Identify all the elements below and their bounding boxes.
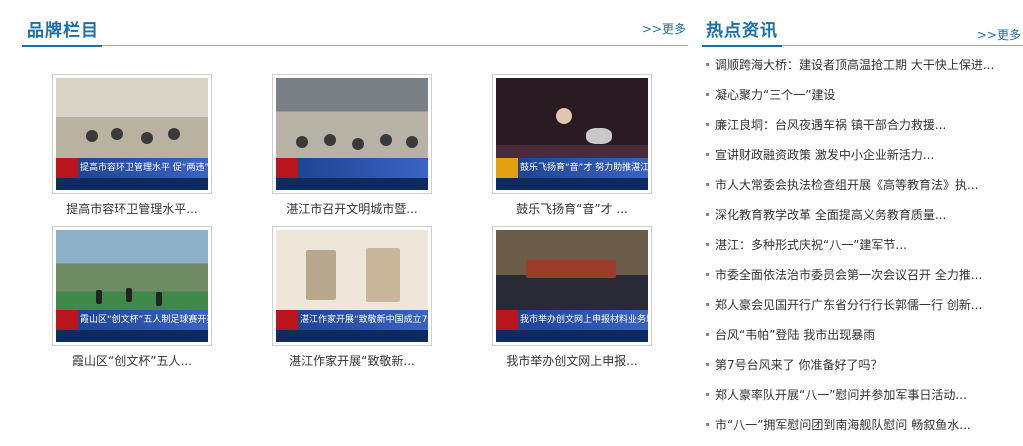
brand-caption[interactable]: 我市举办创文网上申报... xyxy=(492,352,652,369)
thumbnail-banner xyxy=(276,158,428,178)
brand-caption[interactable]: 霞山区“创文杯”五人... xyxy=(52,352,212,369)
thumbnail-subbar xyxy=(496,178,648,190)
brand-divider-accent xyxy=(22,45,102,47)
scene-people xyxy=(56,118,208,158)
meeting-image: 提高市容环卫管理水平 促“两违”强“美化” xyxy=(56,78,208,190)
bullet-icon xyxy=(706,273,709,276)
thumbnail-subbar xyxy=(56,330,208,342)
thumbnail-subbar xyxy=(276,330,428,342)
thumbnail-subbar xyxy=(496,330,648,342)
news-item-text[interactable]: 郑人豪会见国开行广东省分行行长郭儒一行 创新... xyxy=(715,298,982,312)
news-item[interactable]: 市“八一”拥军慰问团到南海舰队慰问 畅叙鱼水... xyxy=(702,416,1023,446)
news-item[interactable]: 廉江良垌：台风夜遇车祸 镇干部合力救援... xyxy=(702,116,1023,146)
news-item-text[interactable]: 宣讲财政融资政策 激发中小企业新活力... xyxy=(715,148,934,162)
brand-title: 品牌栏目 xyxy=(27,21,99,41)
news-item[interactable]: 台风“韦帕”登陆 我市出现暴雨 xyxy=(702,326,1023,356)
news-item-text[interactable]: 市“八一”拥军慰问团到南海舰队慰问 畅叙鱼水... xyxy=(715,418,971,432)
thumbnail-banner: 湛江作家开展“致敬新中国成立70周年”主题采风活动 xyxy=(276,310,428,330)
brand-thumbnail[interactable]: 霞山区“创文杯”五人制足球赛开赛 xyxy=(52,226,212,346)
brand-divider xyxy=(22,45,688,47)
brand-card: 鼓乐飞扬育“音”才 努力助推湛江“一流” 鼓乐飞扬育“音”才 ... xyxy=(492,74,652,217)
news-item[interactable]: 郑人豪率队开展“八一”慰问并参加军事日活动... xyxy=(702,386,1023,416)
brand-thumbnail[interactable]: 我市举办创文网上申报材料业务培训 高效推进创文工作 xyxy=(492,226,652,346)
drum-performance-image: 鼓乐飞扬育“音”才 努力助推湛江“一流” xyxy=(496,78,648,190)
bullet-icon xyxy=(706,423,709,426)
brand-card: 提高市容环卫管理水平 促“两违”强“美化” 提高市容环卫管理水平... xyxy=(52,74,212,217)
bullet-icon xyxy=(706,93,709,96)
scene-people xyxy=(276,118,428,158)
news-divider-accent xyxy=(702,45,782,47)
brand-thumbnail[interactable]: 湛江作家开展“致敬新中国成立70周年”主题采风活动 xyxy=(272,226,432,346)
bullet-icon xyxy=(706,393,709,396)
bullet-icon xyxy=(706,333,709,336)
news-more-link[interactable]: >>更多 xyxy=(977,26,1021,43)
brand-caption[interactable]: 湛江作家开展“致敬新... xyxy=(272,352,432,369)
news-section: 热点资讯 >>更多 调顺跨海大桥：建设者顶高温抢工期 大干快上保进... 凝心聚… xyxy=(702,0,1023,439)
football-field-image: 霞山区“创文杯”五人制足球赛开赛 xyxy=(56,230,208,342)
bullet-icon xyxy=(706,213,709,216)
bullet-icon xyxy=(706,363,709,366)
news-item-text[interactable]: 调顺跨海大桥：建设者顶高温抢工期 大干快上保进... xyxy=(715,58,994,72)
thumbnail-banner: 我市举办创文网上申报材料业务培训 高效推进创文工作 xyxy=(496,310,648,330)
brand-caption[interactable]: 鼓乐飞扬育“音”才 ... xyxy=(492,200,652,217)
news-item[interactable]: 郑人豪会见国开行广东省分行行长郭儒一行 创新... xyxy=(702,296,1023,326)
news-divider xyxy=(702,45,1023,47)
brand-section: 品牌栏目 >>更多 提高市容环卫管理水平 促“两违”强“美化” 提高市容环卫管理… xyxy=(22,0,688,439)
brand-thumbnail[interactable]: 鼓乐飞扬育“音”才 努力助推湛江“一流” xyxy=(492,74,652,194)
exhibition-image: 湛江作家开展“致敬新中国成立70周年”主题采风活动 xyxy=(276,230,428,342)
news-item[interactable]: 第7号台风来了 你准备好了吗？ xyxy=(702,356,1023,386)
news-item-text[interactable]: 廉江良垌：台风夜遇车祸 镇干部合力救援... xyxy=(715,118,946,132)
thumbnail-banner: 提高市容环卫管理水平 促“两违”强“美化” xyxy=(56,158,208,178)
news-item[interactable]: 调顺跨海大桥：建设者顶高温抢工期 大干快上保进... xyxy=(702,56,1023,86)
news-item-text[interactable]: 凝心聚力“三个一”建设 xyxy=(715,88,835,102)
thumbnail-subbar xyxy=(276,178,428,190)
bullet-icon xyxy=(706,63,709,66)
thumbnail-banner: 鼓乐飞扬育“音”才 努力助推湛江“一流” xyxy=(496,158,648,178)
news-item[interactable]: 宣讲财政融资政策 激发中小企业新活力... xyxy=(702,146,1023,176)
news-item-text[interactable]: 市委全面依法治市委员会第一次会议召开 全力推... xyxy=(715,268,982,282)
bullet-icon xyxy=(706,243,709,246)
thumbnail-subbar xyxy=(56,178,208,190)
news-item-text[interactable]: 郑人豪率队开展“八一”慰问并参加军事日活动... xyxy=(715,388,967,402)
news-item[interactable]: 湛江：多种形式庆祝“八一”建军节... xyxy=(702,236,1023,266)
brand-thumbnail[interactable]: 提高市容环卫管理水平 促“两违”强“美化” xyxy=(52,74,212,194)
brand-card: 霞山区“创文杯”五人制足球赛开赛 霞山区“创文杯”五人... xyxy=(52,226,212,369)
brand-header: 品牌栏目 >>更多 xyxy=(22,0,688,47)
news-item[interactable]: 市委全面依法治市委员会第一次会议召开 全力推... xyxy=(702,266,1023,296)
brand-card: 湛江作家开展“致敬新中国成立70周年”主题采风活动 湛江作家开展“致敬新... xyxy=(272,226,432,369)
brand-caption[interactable]: 湛江市召开文明城市暨... xyxy=(272,200,432,217)
bullet-icon xyxy=(706,153,709,156)
brand-card: 湛江市召开文明城市暨... xyxy=(272,74,432,217)
news-item-text[interactable]: 市人大常委会执法检查组开展《高等教育法》执... xyxy=(715,178,978,192)
bullet-icon xyxy=(706,303,709,306)
brand-card: 我市举办创文网上申报材料业务培训 高效推进创文工作 我市举办创文网上申报... xyxy=(492,226,652,369)
training-session-image: 我市举办创文网上申报材料业务培训 高效推进创文工作 xyxy=(496,230,648,342)
news-item-text[interactable]: 湛江：多种形式庆祝“八一”建军节... xyxy=(715,238,907,252)
news-header: 热点资讯 >>更多 xyxy=(702,0,1023,47)
news-title: 热点资讯 xyxy=(706,21,778,41)
news-list: 调顺跨海大桥：建设者顶高温抢工期 大干快上保进... 凝心聚力“三个一”建设 廉… xyxy=(702,56,1023,446)
news-item[interactable]: 凝心聚力“三个一”建设 xyxy=(702,86,1023,116)
news-item[interactable]: 深化教育教学改革 全面提高义务教育质量... xyxy=(702,206,1023,236)
thumbnail-banner: 霞山区“创文杯”五人制足球赛开赛 xyxy=(56,310,208,330)
bullet-icon xyxy=(706,123,709,126)
news-item-text[interactable]: 台风“韦帕”登陆 我市出现暴雨 xyxy=(715,328,875,342)
conference-hall-image xyxy=(276,78,428,190)
bullet-icon xyxy=(706,183,709,186)
news-item-text[interactable]: 深化教育教学改革 全面提高义务教育质量... xyxy=(715,208,946,222)
brand-caption[interactable]: 提高市容环卫管理水平... xyxy=(52,200,212,217)
news-item-text[interactable]: 第7号台风来了 你准备好了吗？ xyxy=(715,358,882,372)
news-item[interactable]: 市人大常委会执法检查组开展《高等教育法》执... xyxy=(702,176,1023,206)
brand-more-link[interactable]: >>更多 xyxy=(642,20,686,37)
brand-thumbnail[interactable] xyxy=(272,74,432,194)
